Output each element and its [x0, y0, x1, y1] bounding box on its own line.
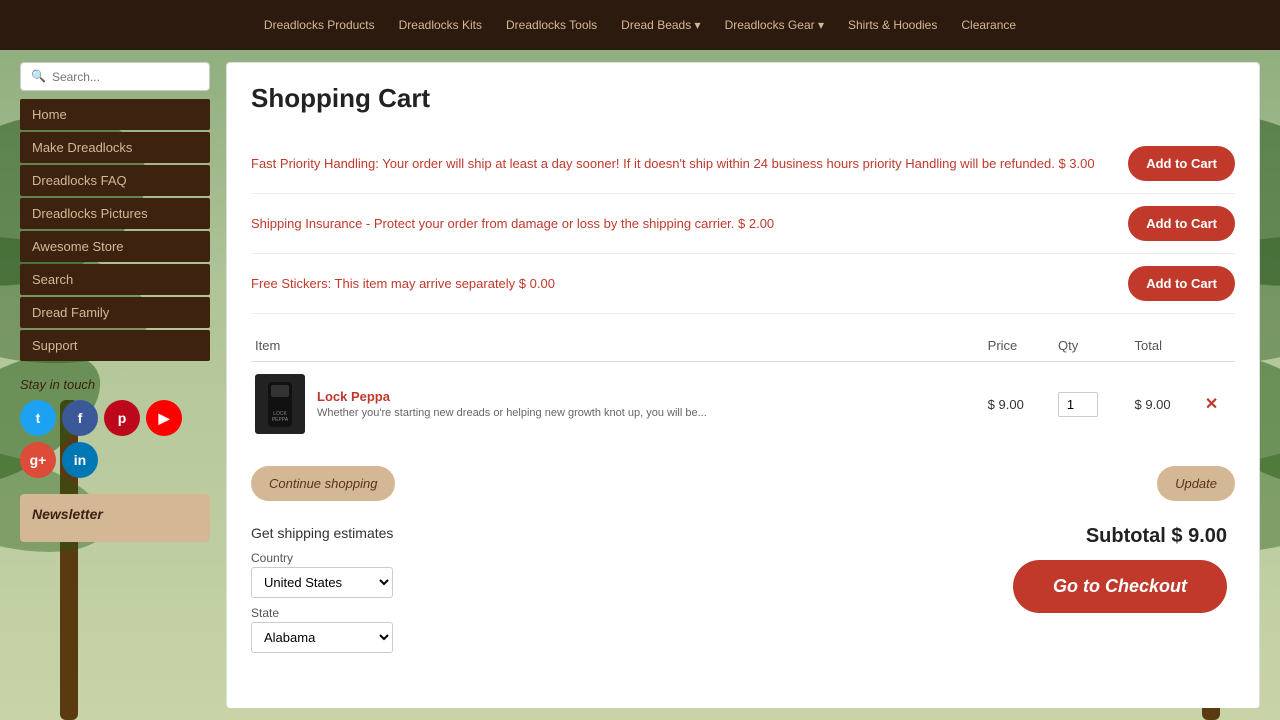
state-label: State: [251, 606, 393, 620]
bottom-row: Get shipping estimates Country United St…: [251, 509, 1235, 689]
social-facebook-icon[interactable]: f: [62, 400, 98, 436]
nav-clearance[interactable]: Clearance: [961, 18, 1016, 32]
cart-title: Shopping Cart: [251, 83, 1235, 114]
product-name: Lock Peppa: [317, 389, 707, 404]
upsell-stickers-text: Free Stickers: This item may arrive sepa…: [251, 274, 1128, 294]
add-insurance-button[interactable]: Add to Cart: [1128, 206, 1235, 241]
main-content: Shopping Cart Fast Priority Handling: Yo…: [226, 62, 1260, 708]
sidebar-item-support[interactable]: Support: [20, 330, 210, 361]
upsell-priority-text: Fast Priority Handling: Your order will …: [251, 154, 1128, 174]
social-title: Stay in touch: [20, 377, 210, 392]
product-total: $ 9.00: [1131, 362, 1201, 447]
product-image: LOCK PEPPA: [255, 374, 305, 434]
nav-shirts-hoodies[interactable]: Shirts & Hoodies: [848, 18, 937, 32]
product-cell: LOCK PEPPA Lock Peppa Whether you're sta…: [251, 362, 984, 447]
sidebar-item-awesome-store[interactable]: Awesome Store: [20, 231, 210, 262]
upsell-free-stickers: Free Stickers: This item may arrive sepa…: [251, 254, 1235, 314]
checkout-area: Subtotal $ 9.00 Go to Checkout: [1013, 525, 1235, 613]
social-icons-container: t f p ▶ g+ in: [20, 400, 210, 478]
col-price: Price: [984, 330, 1054, 362]
sidebar-item-dreadlocks-faq[interactable]: Dreadlocks FAQ: [20, 165, 210, 196]
col-qty: Qty: [1054, 330, 1130, 362]
add-priority-handling-button[interactable]: Add to Cart: [1128, 146, 1235, 181]
newsletter-box: Newsletter: [20, 494, 210, 542]
subtotal-text: Subtotal $ 9.00: [1013, 525, 1227, 548]
continue-shopping-button[interactable]: Continue shopping: [251, 466, 395, 501]
search-box[interactable]: 🔍: [20, 62, 210, 91]
sidebar-item-dread-family[interactable]: Dread Family: [20, 297, 210, 328]
product-price: $ 9.00: [984, 362, 1054, 447]
nav-dreadlocks-tools[interactable]: Dreadlocks Tools: [506, 18, 597, 32]
checkout-button[interactable]: Go to Checkout: [1013, 560, 1227, 613]
social-google-icon[interactable]: g+: [20, 442, 56, 478]
col-remove: [1201, 330, 1235, 362]
col-item: Item: [251, 330, 984, 362]
update-cart-button[interactable]: Update: [1157, 466, 1235, 501]
social-twitter-icon[interactable]: t: [20, 400, 56, 436]
sidebar: 🔍 Home Make Dreadlocks Dreadlocks FAQ Dr…: [20, 62, 210, 708]
country-label: Country: [251, 551, 393, 565]
remove-item-button[interactable]: ✕: [1205, 394, 1218, 414]
shipping-title: Get shipping estimates: [251, 525, 393, 541]
social-section: Stay in touch t f p ▶ g+ in: [20, 377, 210, 478]
sidebar-menu: Home Make Dreadlocks Dreadlocks FAQ Drea…: [20, 99, 210, 361]
newsletter-title: Newsletter: [32, 506, 198, 522]
shipping-section: Get shipping estimates Country United St…: [251, 525, 393, 669]
nav-dreadlocks-kits[interactable]: Dreadlocks Kits: [399, 18, 482, 32]
cart-table: Item Price Qty Total: [251, 330, 1235, 446]
shipping-fields: Country United States State Alabama: [251, 551, 393, 653]
nav-dreadlocks-gear[interactable]: Dreadlocks Gear: [725, 18, 824, 32]
top-navigation: Dreadlocks Products Dreadlocks Kits Drea…: [0, 0, 1280, 50]
add-stickers-button[interactable]: Add to Cart: [1128, 266, 1235, 301]
product-qty-input[interactable]: [1058, 392, 1098, 417]
search-icon: 🔍: [31, 69, 46, 84]
upsell-insurance-text: Shipping Insurance - Protect your order …: [251, 214, 1128, 234]
nav-dreadlocks-products[interactable]: Dreadlocks Products: [264, 18, 375, 32]
nav-dread-beads[interactable]: Dread Beads: [621, 18, 700, 32]
product-remove-cell: ✕: [1201, 362, 1235, 447]
sidebar-item-make-dreadlocks[interactable]: Make Dreadlocks: [20, 132, 210, 163]
table-row: LOCK PEPPA Lock Peppa Whether you're sta…: [251, 362, 1235, 447]
search-input[interactable]: [52, 70, 199, 84]
product-qty-cell: [1054, 362, 1130, 447]
upsell-priority-handling: Fast Priority Handling: Your order will …: [251, 134, 1235, 194]
shopping-cart-panel: Shopping Cart Fast Priority Handling: Yo…: [226, 62, 1260, 708]
sidebar-item-search[interactable]: Search: [20, 264, 210, 295]
social-linkedin-icon[interactable]: in: [62, 442, 98, 478]
product-description: Whether you're starting new dreads or he…: [317, 407, 707, 419]
col-total: Total: [1131, 330, 1201, 362]
sidebar-item-dreadlocks-pictures[interactable]: Dreadlocks Pictures: [20, 198, 210, 229]
svg-text:PEPPA: PEPPA: [272, 417, 289, 423]
upsell-shipping-insurance: Shipping Insurance - Protect your order …: [251, 194, 1235, 254]
sidebar-item-home[interactable]: Home: [20, 99, 210, 130]
cart-actions: Continue shopping Update: [251, 458, 1235, 501]
state-select[interactable]: Alabama: [251, 622, 393, 653]
country-select[interactable]: United States: [251, 567, 393, 598]
social-youtube-icon[interactable]: ▶: [146, 400, 182, 436]
social-pinterest-icon[interactable]: p: [104, 400, 140, 436]
